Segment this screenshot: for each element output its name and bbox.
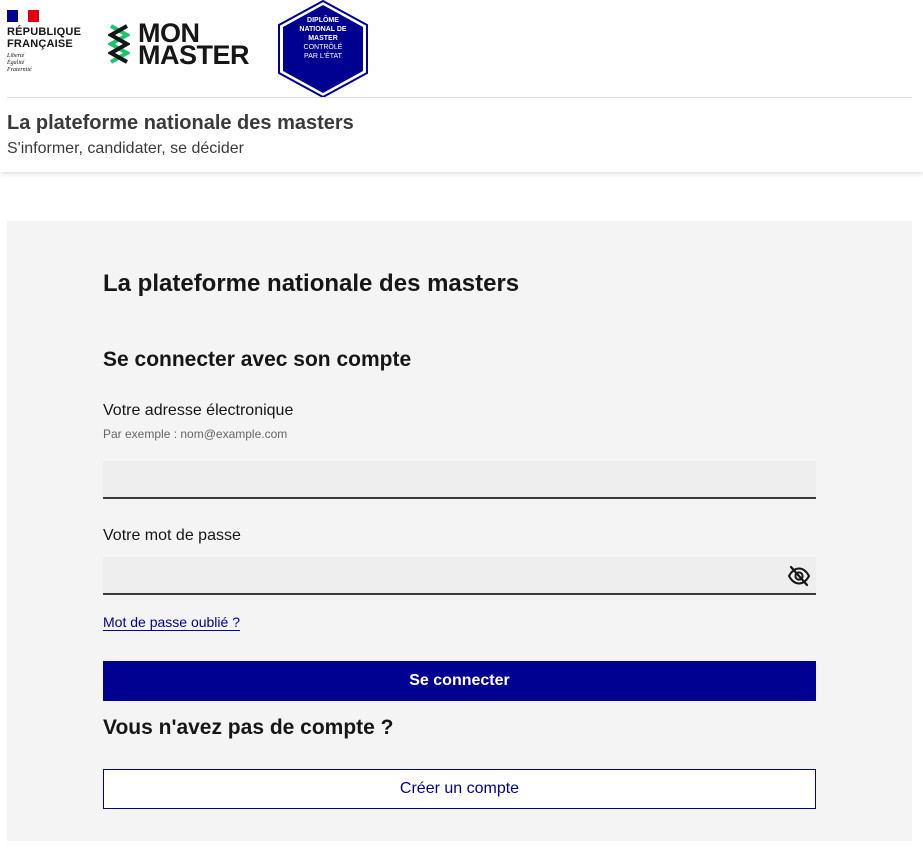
eye-off-icon[interactable]: [787, 564, 811, 588]
email-input[interactable]: [103, 461, 816, 499]
badge-line-4: CONTRÔLÉ: [303, 44, 343, 51]
no-account-title: Vous n'avez pas de compte ?: [103, 716, 394, 739]
site-tagline: S'informer, candidater, se décider: [7, 140, 244, 157]
badge-line-5: PAR L'ÉTAT: [304, 53, 342, 60]
password-input[interactable]: [103, 557, 816, 595]
site-header: RÉPUBLIQUE FRANÇAISE Liberté Égalité Fra…: [0, 0, 923, 172]
forgot-password-link[interactable]: Mot de passe oublié ?: [103, 614, 240, 630]
header-divider: [7, 97, 912, 98]
motto-liberte: Liberté: [7, 53, 25, 59]
republique-francaise-logo: RÉPUBLIQUE FRANÇAISE Liberté Égalité Fra…: [7, 10, 81, 74]
login-page-title: La plateforme nationale des masters: [103, 270, 520, 297]
motto-egalite: Égalité: [7, 60, 25, 66]
brand-line-2: MASTER: [138, 40, 250, 70]
motto-fraternite: Fraternité: [7, 67, 32, 73]
republique-line-1: RÉPUBLIQUE: [7, 26, 82, 38]
login-section-title: Se connecter avec son compte: [103, 348, 412, 371]
mon-master-logo[interactable]: MON MASTER: [108, 20, 250, 70]
badge-line-2: NATIONAL DE: [299, 26, 347, 33]
login-button[interactable]: Se connecter: [103, 661, 816, 701]
diplome-national-badge: DIPLÔME NATIONAL DE MASTER CONTRÔLÉ PAR …: [277, 0, 369, 99]
site-title[interactable]: La plateforme nationale des masters: [7, 112, 354, 135]
email-hint: Par exemple : nom@example.com: [103, 427, 288, 441]
email-label: Votre adresse électronique: [103, 402, 294, 419]
mon-master-mark-icon: [108, 24, 130, 64]
republique-line-2: FRANÇAISE: [7, 38, 73, 50]
french-flag-icon: [7, 10, 40, 22]
password-label: Votre mot de passe: [103, 527, 241, 544]
badge-line-3: MASTER: [308, 35, 338, 42]
badge-line-1: DIPLÔME: [307, 17, 339, 24]
create-account-button[interactable]: Créer un compte: [103, 769, 816, 809]
login-panel: La plateforme nationale des masters Se c…: [7, 221, 912, 841]
